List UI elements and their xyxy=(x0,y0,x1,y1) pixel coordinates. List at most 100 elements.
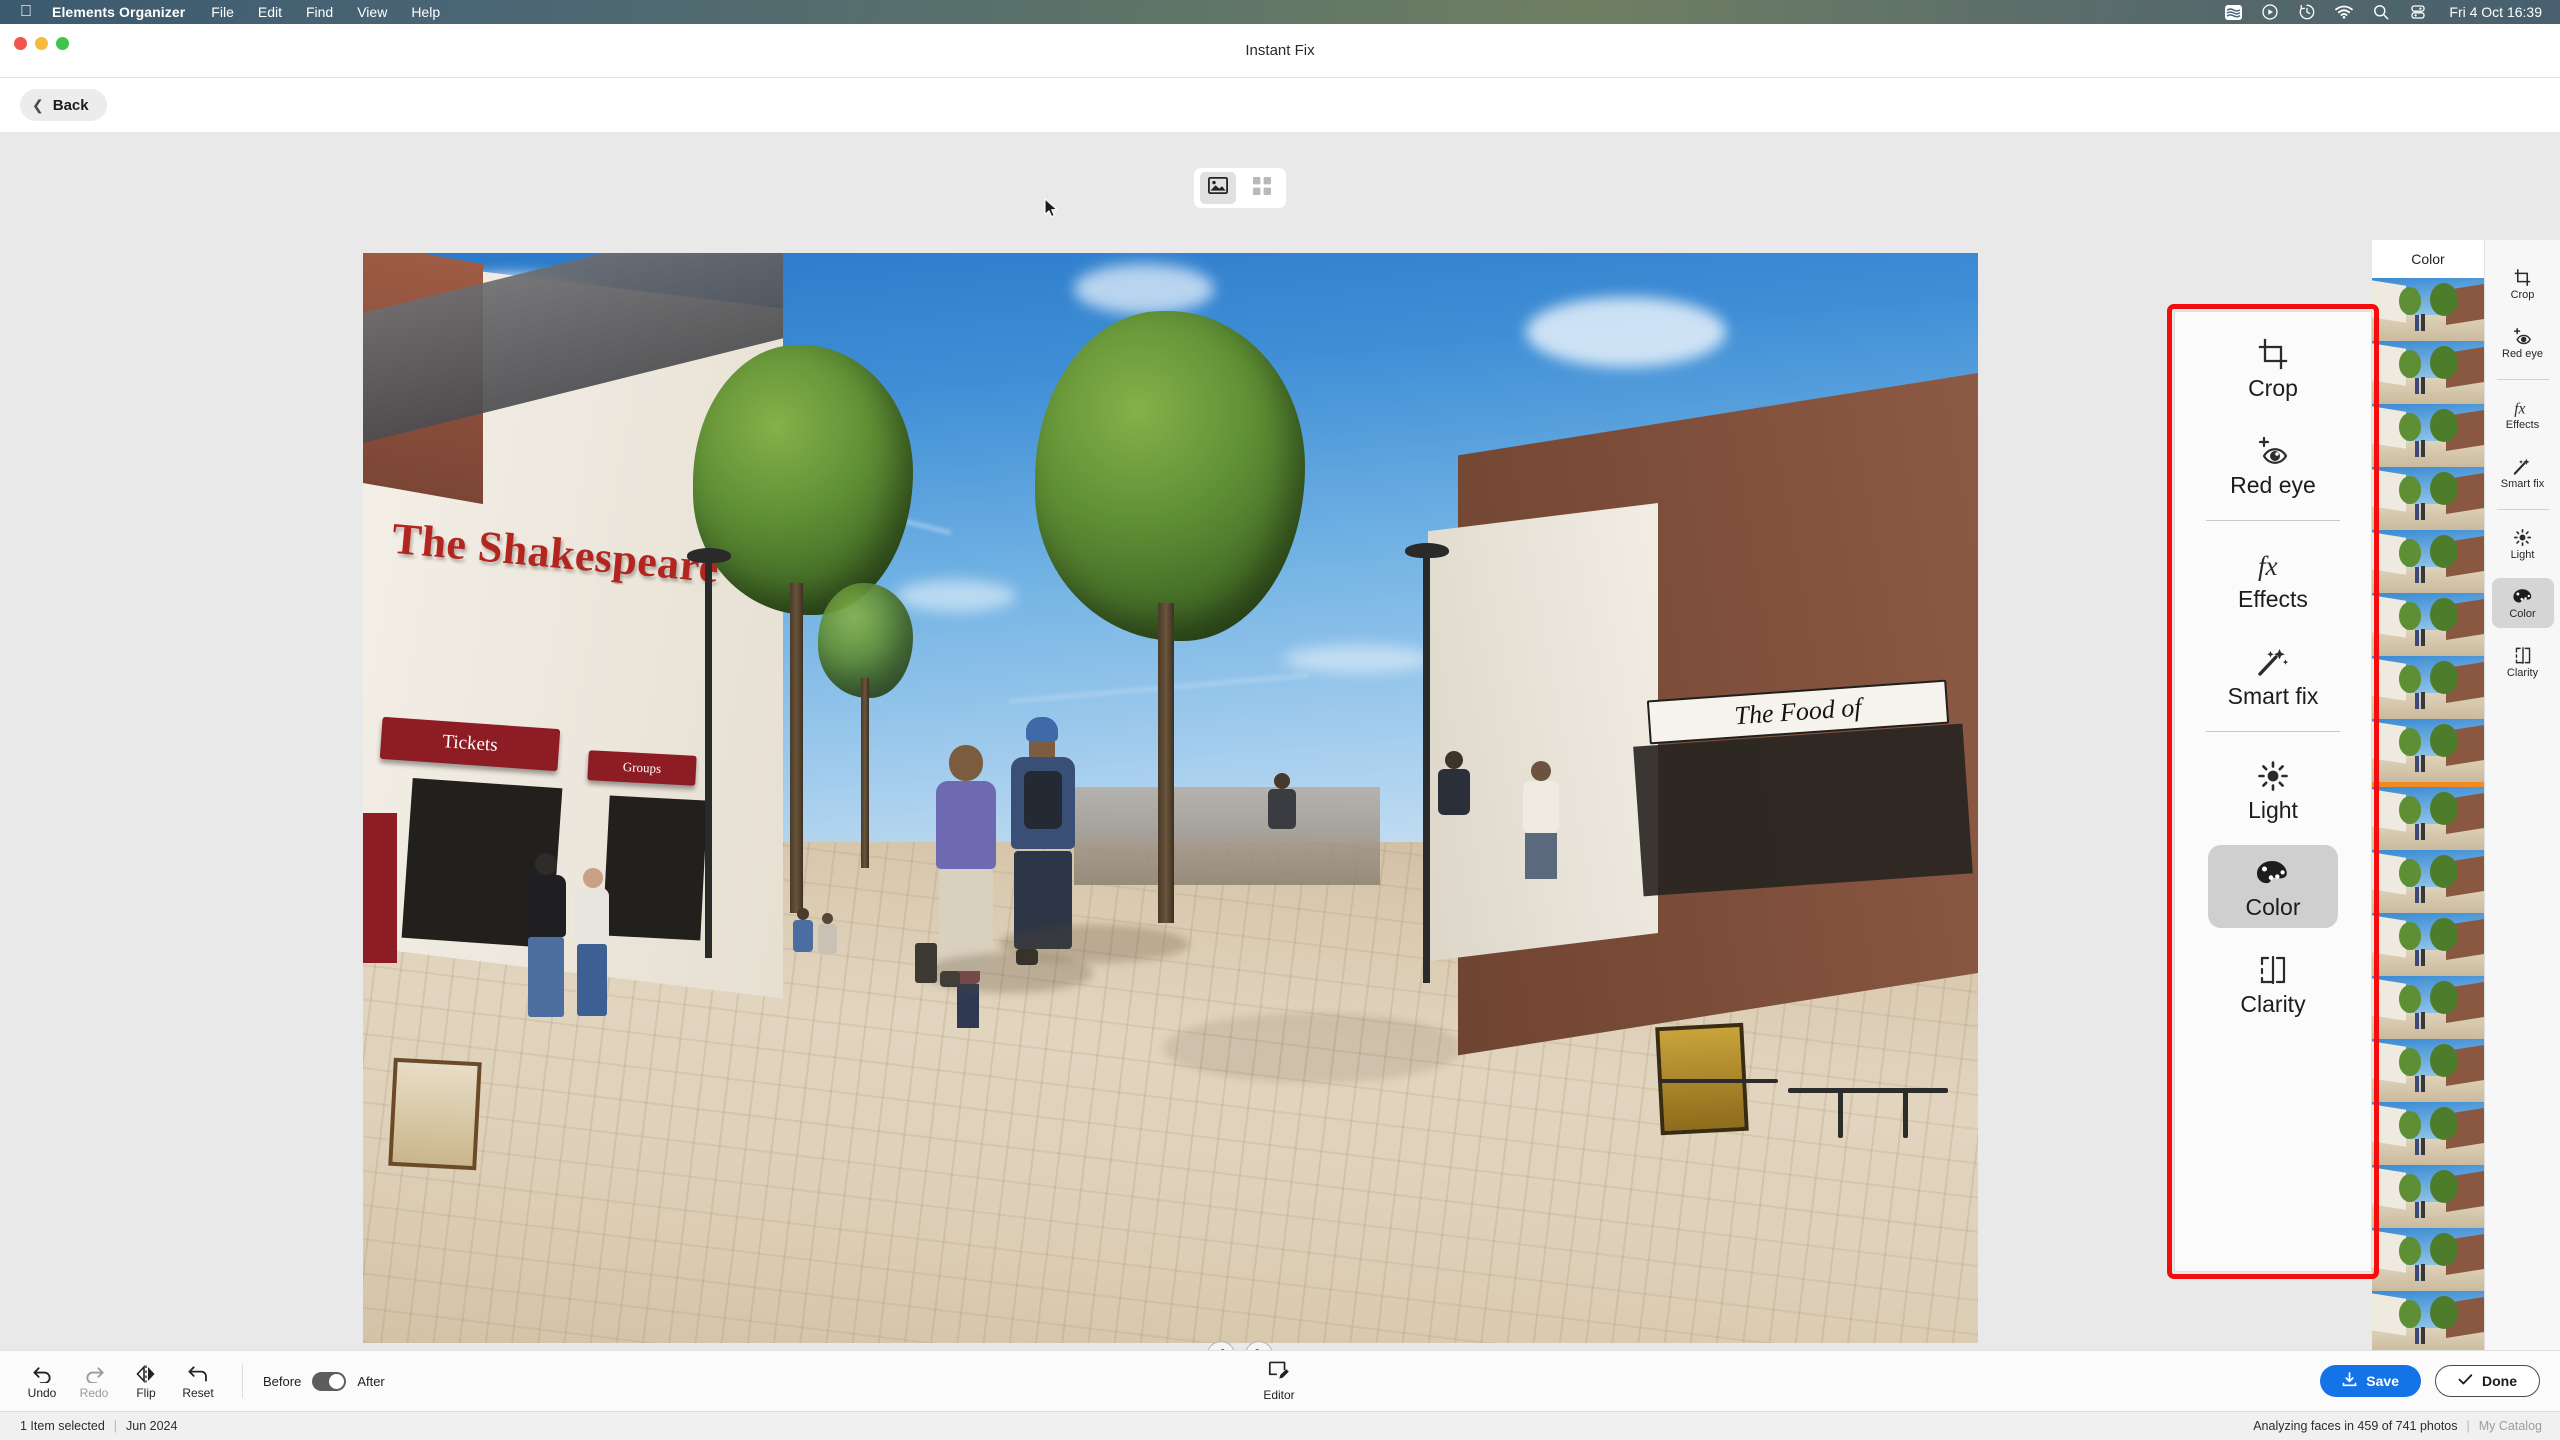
save-label: Save xyxy=(2366,1373,2399,1389)
toolbar-divider xyxy=(242,1364,243,1398)
catalog-name[interactable]: My Catalog xyxy=(2479,1419,2542,1433)
editor-button[interactable]: Editor xyxy=(1263,1361,1294,1402)
toggle-knob xyxy=(329,1374,344,1389)
tool-crop[interactable]: Crop xyxy=(2208,326,2338,409)
undo-button[interactable]: Undo xyxy=(18,1363,66,1400)
download-icon xyxy=(2342,1372,2357,1390)
save-button[interactable]: Save xyxy=(2320,1365,2421,1397)
flip-icon xyxy=(136,1363,156,1383)
tool-clarity[interactable]: Clarity xyxy=(2208,942,2338,1025)
rail-item-red-eye[interactable]: Red eye xyxy=(2492,318,2554,368)
redo-button[interactable]: Redo xyxy=(70,1363,118,1400)
thumbnail-item[interactable] xyxy=(2372,278,2484,341)
tool-red-eye[interactable]: Red eye xyxy=(2208,423,2338,506)
tool-color[interactable]: Color xyxy=(2208,845,2338,928)
red-eye-icon xyxy=(2256,433,2290,467)
thumbnail-item[interactable] xyxy=(2372,530,2484,593)
done-button[interactable]: Done xyxy=(2435,1365,2540,1397)
pedestrian-shadow xyxy=(999,925,1189,963)
menu-view[interactable]: View xyxy=(357,4,387,20)
rail-item-clarity[interactable]: Clarity xyxy=(2492,637,2554,687)
reset-button[interactable]: Reset xyxy=(174,1363,222,1400)
search-icon[interactable] xyxy=(2372,3,2390,21)
flip-label: Flip xyxy=(136,1386,155,1400)
rail-item-crop[interactable]: Crop xyxy=(2492,259,2554,309)
thumbnail-item[interactable] xyxy=(2372,467,2484,530)
thumbnail-item[interactable] xyxy=(2372,341,2484,404)
right-shopfront xyxy=(1633,724,1973,897)
thumbnail-item[interactable] xyxy=(2372,1039,2484,1102)
rail-item-color-label: Color xyxy=(2509,609,2535,620)
before-after-control: Before After xyxy=(263,1372,385,1391)
wifi-icon[interactable] xyxy=(2335,3,2353,21)
thumbnail-item[interactable] xyxy=(2372,719,2484,782)
grid-view-icon xyxy=(1253,177,1271,200)
photo-canvas[interactable]: The Shakespeare Centre Tickets Groups Th… xyxy=(363,253,1978,1343)
cafe-table xyxy=(1658,1079,1778,1083)
single-photo-view-button[interactable] xyxy=(1200,172,1236,204)
thumbnail-item[interactable] xyxy=(2372,913,2484,976)
macos-menu-bar:  Elements Organizer File Edit Find View… xyxy=(0,0,2560,24)
grid-view-button[interactable] xyxy=(1244,172,1280,204)
status-separator: | xyxy=(114,1419,117,1433)
menu-help[interactable]: Help xyxy=(411,4,440,20)
back-bar: ❮ Back xyxy=(0,78,2560,132)
rail-item-smart-fix[interactable]: Smart fix xyxy=(2492,448,2554,498)
right-white-building xyxy=(1428,503,1658,961)
magic-wand-icon xyxy=(2512,456,2533,476)
selection-count: 1 Item selected xyxy=(20,1419,105,1433)
tool-crop-label: Crop xyxy=(2248,377,2298,400)
back-button[interactable]: ❮ Back xyxy=(20,89,107,121)
instant-fix-tool-panel: Crop Red eye fx Effects xyxy=(2174,311,2372,1272)
thumbnail-item[interactable] xyxy=(2372,1165,2484,1228)
app-window: Instant Fix ❮ Back xyxy=(0,24,2560,1440)
back-button-label: Back xyxy=(53,97,89,114)
rail-item-effects[interactable]: fx Effects xyxy=(2492,389,2554,439)
rail-item-crop-label: Crop xyxy=(2511,290,2535,301)
waves-icon[interactable] xyxy=(2224,3,2242,21)
red-eye-icon xyxy=(2512,326,2533,346)
tool-effects[interactable]: fx Effects xyxy=(2208,537,2338,620)
redo-icon xyxy=(84,1363,105,1383)
rail-item-red-eye-label: Red eye xyxy=(2502,349,2543,360)
color-variants-strip[interactable]: Color xyxy=(2372,240,2484,1440)
thumbnail-item[interactable] xyxy=(2372,404,2484,467)
menubar-clock[interactable]: Fri 4 Oct 16:39 xyxy=(2449,4,2542,20)
time-machine-icon[interactable] xyxy=(2298,3,2316,21)
thumbnail-item[interactable] xyxy=(2372,593,2484,656)
rail-item-color[interactable]: Color xyxy=(2492,578,2554,628)
before-label: Before xyxy=(263,1374,301,1389)
tool-smart-fix[interactable]: Smart fix xyxy=(2208,634,2338,717)
editor-label: Editor xyxy=(1263,1388,1294,1402)
apple-logo-icon[interactable]:  xyxy=(20,4,32,20)
menu-file[interactable]: File xyxy=(211,4,234,20)
thumbnail-item[interactable] xyxy=(2372,976,2484,1039)
control-center-icon[interactable] xyxy=(2409,3,2427,21)
thumbnail-item[interactable] xyxy=(2372,850,2484,913)
thumbnail-item[interactable] xyxy=(2372,1102,2484,1165)
menu-app-name[interactable]: Elements Organizer xyxy=(52,4,185,20)
menu-find[interactable]: Find xyxy=(306,4,333,20)
fx-icon: fx xyxy=(2512,397,2533,417)
done-label: Done xyxy=(2482,1373,2517,1389)
primary-actions: Save Done xyxy=(2320,1365,2540,1397)
palette-icon xyxy=(2512,586,2534,606)
play-circle-icon[interactable] xyxy=(2261,3,2279,21)
thumbnail-item[interactable] xyxy=(2372,787,2484,850)
before-after-toggle[interactable] xyxy=(312,1372,346,1391)
rail-item-light-label: Light xyxy=(2511,550,2535,561)
menu-edit[interactable]: Edit xyxy=(258,4,282,20)
rail-item-light[interactable]: Light xyxy=(2492,519,2554,569)
thumbnail-item[interactable] xyxy=(2372,656,2484,719)
flip-button[interactable]: Flip xyxy=(122,1363,170,1400)
thumbnail-item[interactable] xyxy=(2372,1228,2484,1291)
thumbnail-item[interactable] xyxy=(2372,1291,2484,1354)
groups-awning: Groups xyxy=(587,750,696,786)
seated-person xyxy=(1268,773,1296,829)
tool-red-eye-label: Red eye xyxy=(2230,474,2316,497)
rail-item-effects-label: Effects xyxy=(2506,420,2539,431)
clarity-icon xyxy=(2514,645,2532,665)
svg-text:fx: fx xyxy=(2514,400,2525,417)
tool-light[interactable]: Light xyxy=(2208,748,2338,831)
status-right: Analyzing faces in 459 of 741 photos | M… xyxy=(2253,1419,2542,1433)
